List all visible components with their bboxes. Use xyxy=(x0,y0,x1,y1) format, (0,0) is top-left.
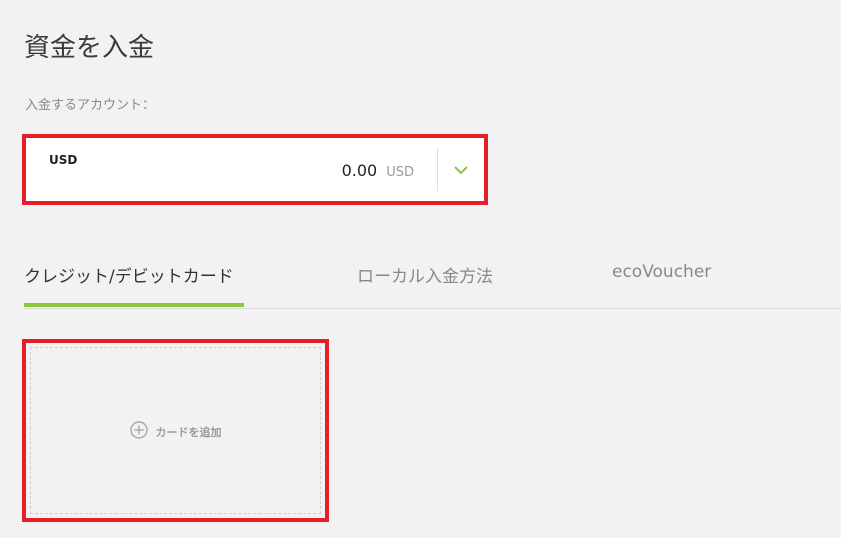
account-label: 入金するアカウント： xyxy=(25,98,156,113)
page-title: 資金を入金 xyxy=(24,33,155,63)
balance-unit: USD xyxy=(386,165,414,180)
add-card-content: カードを追加 xyxy=(26,421,325,442)
tab-credit-debit-card[interactable]: クレジット/デビットカード xyxy=(24,262,234,287)
payment-method-tabs: クレジット/デビットカード ローカル入金方法 ecoVoucher xyxy=(24,255,841,309)
account-dropdown-toggle[interactable] xyxy=(438,138,484,201)
active-tab-indicator xyxy=(24,303,244,307)
add-card-label: カードを追加 xyxy=(155,425,222,439)
account-balance: 0.00 USD xyxy=(342,161,414,180)
account-select[interactable]: USD 0.00 USD xyxy=(22,134,488,205)
balance-amount: 0.00 xyxy=(341,161,378,180)
plus-circle-icon xyxy=(129,421,148,442)
tab-ecovoucher[interactable]: ecoVoucher xyxy=(612,262,711,282)
add-card-button[interactable]: カードを追加 xyxy=(22,339,329,522)
tab-local-deposit[interactable]: ローカル入金方法 xyxy=(357,262,493,287)
account-currency: USD xyxy=(49,153,78,167)
chevron-down-icon xyxy=(453,160,469,179)
